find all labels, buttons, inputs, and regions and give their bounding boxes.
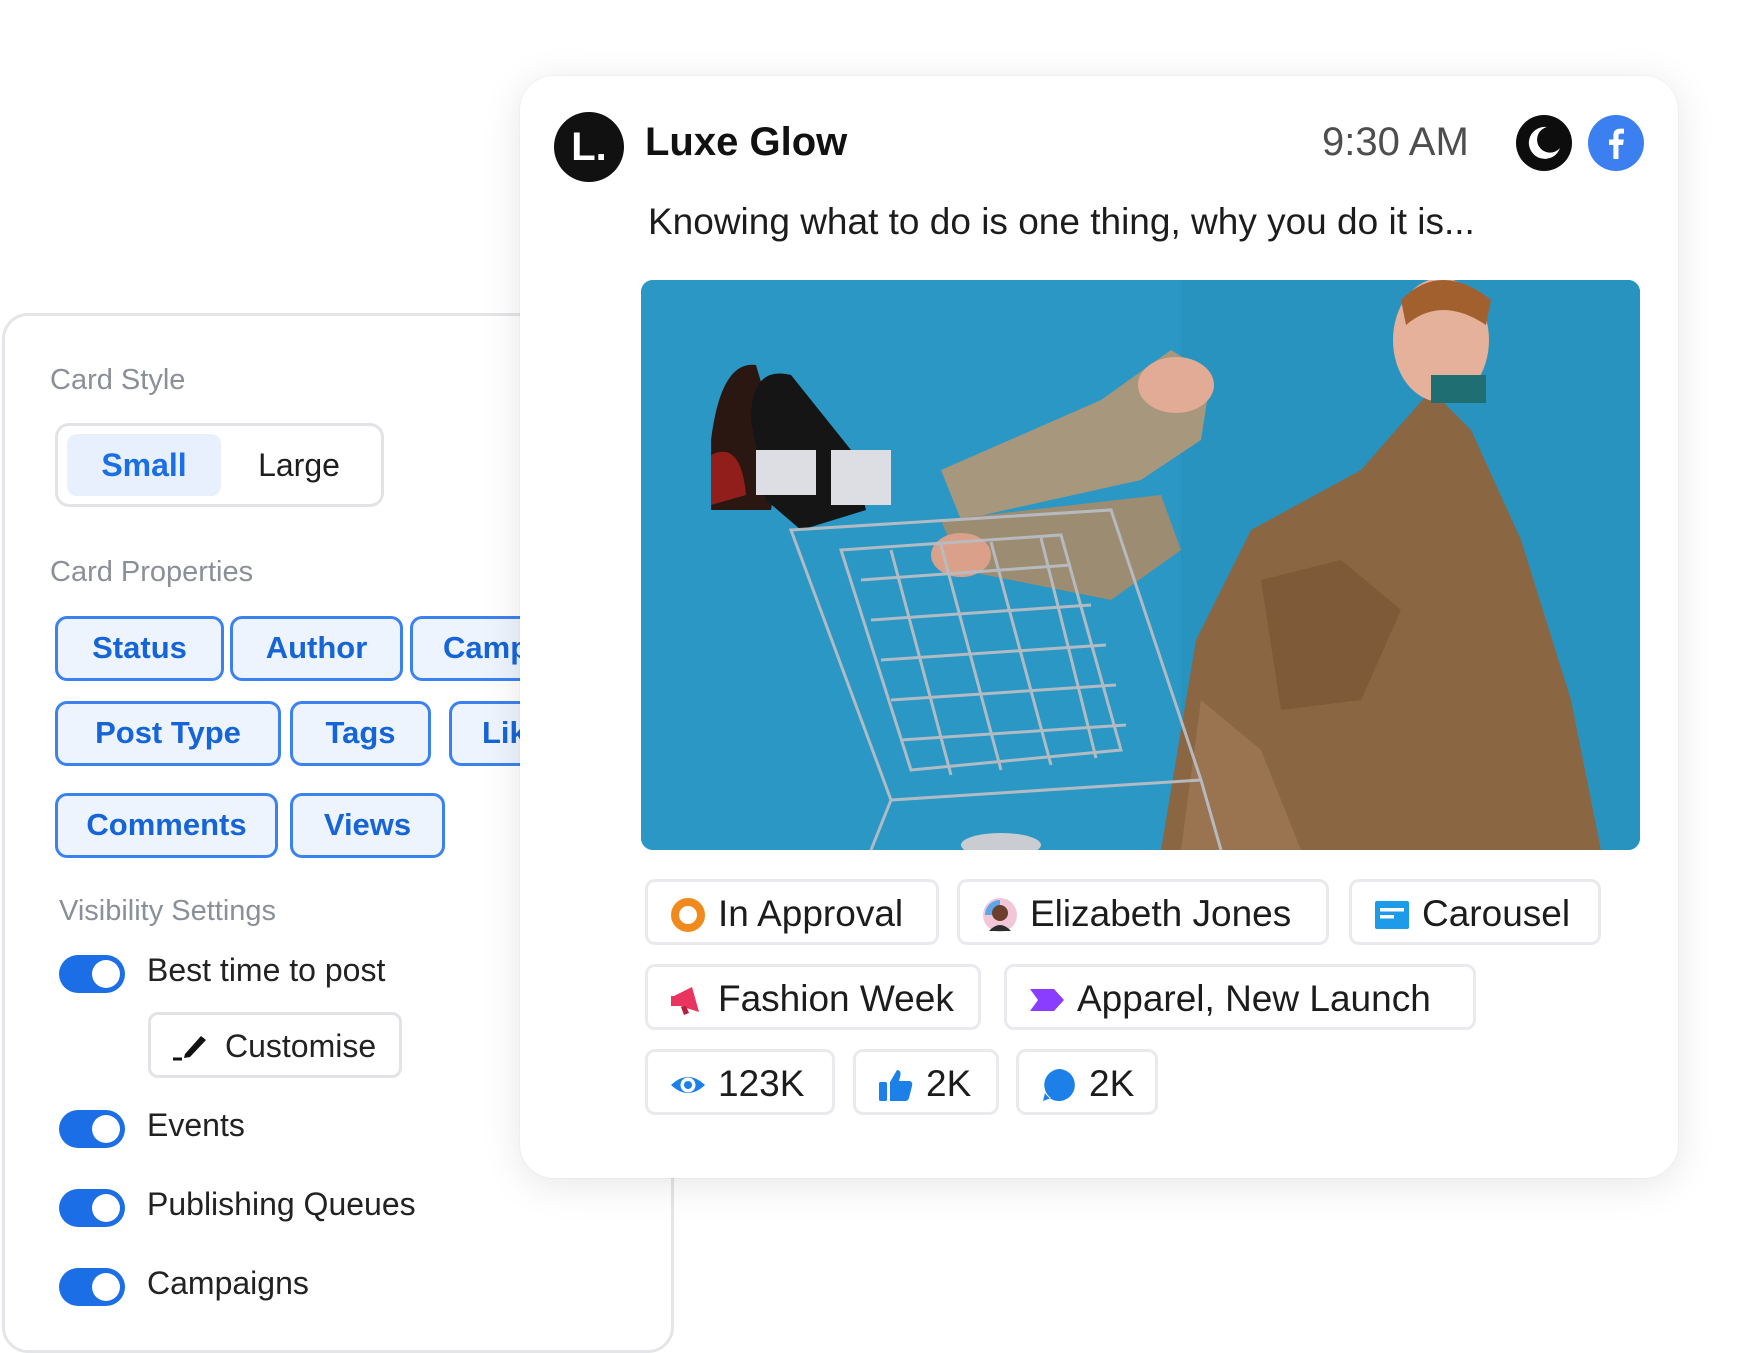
- tags-pill[interactable]: Apparel, New Launch: [1004, 964, 1476, 1030]
- likes-pill[interactable]: 2K: [853, 1049, 999, 1115]
- post-time: 9:30 AM: [1322, 120, 1469, 164]
- customise-label: Customise: [225, 1028, 377, 1064]
- publishing-queues-label: Publishing Queues: [147, 1186, 416, 1222]
- comments-count: 2K: [1089, 1063, 1135, 1104]
- card-style-segmented-control: Small Large: [55, 423, 384, 507]
- post-image[interactable]: [641, 280, 1640, 850]
- best-time-to-post-label: Best time to post: [147, 952, 386, 988]
- stage: Card Style Small Large Card Properties S…: [0, 0, 1757, 1353]
- status-pill[interactable]: In Approval: [645, 879, 939, 945]
- moon-icon[interactable]: [1516, 115, 1572, 171]
- post-preview-card[interactable]: L. Luxe Glow 9:30 AM Knowing what to do …: [520, 76, 1678, 1178]
- toggle-publishing-queues[interactable]: [59, 1189, 125, 1227]
- campaign-text: Fashion Week: [718, 978, 954, 1019]
- brand-name: Luxe Glow: [645, 120, 848, 164]
- pencil-icon: [173, 1036, 206, 1061]
- thumbs-up-icon: [879, 1070, 913, 1101]
- post-caption: Knowing what to do is one thing, why you…: [648, 201, 1475, 242]
- views-pill[interactable]: 123K: [645, 1049, 835, 1115]
- views-count: 123K: [718, 1063, 805, 1104]
- author-text: Elizabeth Jones: [1030, 893, 1292, 934]
- card-properties-heading: Card Properties: [50, 556, 254, 588]
- status-text: In Approval: [718, 893, 904, 934]
- property-chip-status[interactable]: Status: [55, 616, 224, 681]
- card-style-small-option[interactable]: Small: [67, 434, 221, 496]
- post-photo-illustration: [641, 280, 1640, 850]
- card-style-large-option[interactable]: Large: [224, 434, 374, 496]
- facebook-icon[interactable]: [1588, 115, 1644, 171]
- comment-bubble-icon: [1043, 1069, 1075, 1101]
- author-pill[interactable]: Elizabeth Jones: [957, 879, 1329, 945]
- toggle-campaigns[interactable]: [59, 1268, 125, 1306]
- property-chip-post-type[interactable]: Post Type: [55, 701, 281, 766]
- property-chip-author[interactable]: Author: [230, 616, 403, 681]
- toggle-best-time-to-post[interactable]: [59, 955, 125, 993]
- author-avatar-icon: [983, 898, 1017, 932]
- visibility-settings-heading: Visibility Settings: [59, 895, 277, 927]
- campaign-pill[interactable]: Fashion Week: [645, 964, 981, 1030]
- tags-text: Apparel, New Launch: [1077, 978, 1431, 1019]
- property-chip-tags[interactable]: Tags: [290, 701, 431, 766]
- post-type-pill[interactable]: Carousel: [1349, 879, 1601, 945]
- customise-button[interactable]: Customise: [148, 1012, 402, 1078]
- campaigns-label: Campaigns: [147, 1265, 309, 1301]
- status-circle-icon: [671, 898, 705, 932]
- carousel-icon: [1375, 901, 1409, 929]
- brand-avatar: L.: [554, 112, 624, 182]
- events-label: Events: [147, 1107, 245, 1143]
- post-type-text: Carousel: [1422, 893, 1571, 934]
- eye-icon: [671, 1077, 705, 1093]
- card-style-heading: Card Style: [50, 364, 186, 396]
- property-chip-comments[interactable]: Comments: [55, 793, 278, 858]
- comments-pill[interactable]: 2K: [1016, 1049, 1158, 1115]
- likes-count: 2K: [926, 1063, 972, 1104]
- property-chip-views[interactable]: Views: [290, 793, 445, 858]
- toggle-events[interactable]: [59, 1110, 125, 1148]
- tag-label-icon: [1030, 989, 1064, 1011]
- megaphone-icon: [671, 987, 699, 1015]
